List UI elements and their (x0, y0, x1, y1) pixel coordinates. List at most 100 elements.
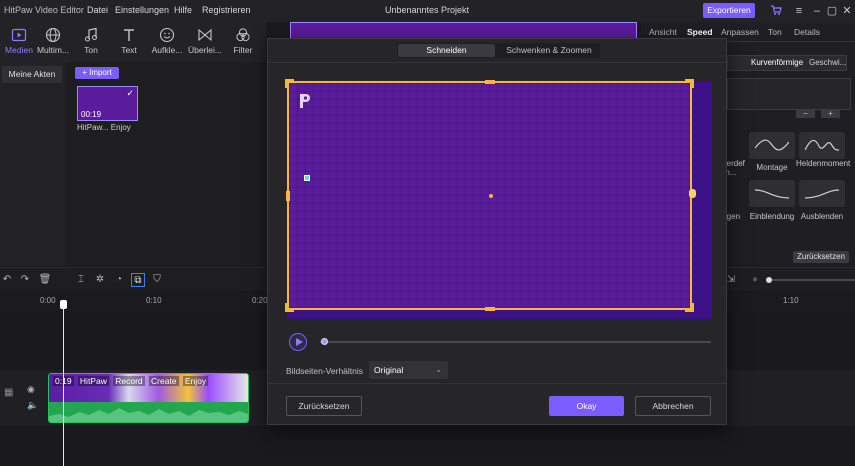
tab-details[interactable]: Details (794, 27, 820, 37)
tab-constant-speed[interactable]: Geschwi... (809, 58, 846, 67)
menu-icon[interactable]: ≡ (792, 4, 806, 18)
tool-media[interactable]: Medien (0, 22, 38, 62)
transition-icon (198, 28, 212, 42)
clip-title: Enjoy (182, 376, 209, 386)
hitpaw-logo (300, 94, 310, 108)
chevron-down-icon: ⌄ (435, 365, 442, 374)
undo-icon[interactable]: ↶ (0, 273, 14, 287)
zoom-out-icon[interactable]: ● (748, 273, 762, 287)
tick-label: 0:00 (40, 296, 56, 305)
tool-text[interactable]: Text (110, 22, 148, 62)
crop-handle-top[interactable] (485, 80, 495, 84)
preset-fade-in[interactable] (749, 180, 795, 207)
maximize-icon[interactable]: ▢ (825, 4, 839, 18)
tab-crop[interactable]: Schneiden (398, 44, 495, 57)
add-point-button[interactable]: + (821, 109, 840, 118)
video-clip[interactable]: 0:19 HitPaw Record Create Enjoy (48, 373, 249, 423)
minimize-icon[interactable]: – (810, 4, 824, 18)
tab-speed[interactable]: Speed (687, 27, 713, 37)
preset-label: Heldenmoment (796, 159, 851, 168)
crop-handle-bottom[interactable] (485, 307, 495, 311)
curve-icon (805, 189, 839, 199)
thumbnail-name: HitPaw... Enjoy (77, 123, 131, 132)
preset-label: Einblendung (749, 212, 795, 221)
thumbnail-duration: 00:19 (81, 110, 102, 119)
clip-title: Create (149, 376, 179, 386)
music-icon (85, 27, 97, 42)
zoom-slider-knob[interactable] (766, 277, 772, 283)
freeze-icon[interactable]: ✲ (93, 273, 107, 287)
tab-pan-zoom[interactable]: Schwenken & Zoomen (499, 44, 599, 57)
preset-montage[interactable] (749, 132, 795, 159)
crop-handle-bottom-right[interactable] (685, 303, 694, 312)
dialog-tabs: Schneiden Schwenken & Zoomen (397, 43, 600, 58)
aspect-ratio-select[interactable]: Original ⌄ (369, 361, 448, 379)
crop-handle-left[interactable] (286, 191, 290, 201)
curve-icon (755, 139, 789, 151)
media-thumbnail[interactable]: ✓ 00:19 (77, 86, 138, 121)
split-icon[interactable]: ⌶ (74, 273, 88, 287)
menu-help[interactable]: Hilfe (174, 5, 192, 15)
export-button[interactable]: Exportieren (703, 3, 755, 18)
sidebar-item-my-files[interactable]: Meine Akten (2, 66, 62, 83)
tracking-point (304, 175, 310, 181)
tab-adjust[interactable]: Anpassen (721, 27, 759, 37)
preset-fade-out[interactable] (799, 180, 845, 207)
remove-point-button[interactable]: − (796, 109, 815, 118)
playhead-line[interactable] (63, 300, 64, 466)
cancel-button[interactable]: Abbrechen (635, 396, 711, 416)
media-icon (11, 28, 27, 42)
film-icon: ▦ (4, 387, 14, 398)
menu-settings[interactable]: Einstellungen (115, 5, 169, 15)
aspect-ratio-value: Original (374, 365, 404, 375)
playhead-handle[interactable] (60, 300, 67, 309)
cart-icon[interactable] (769, 4, 783, 18)
reset-speed-button[interactable]: Zurücksetzen (793, 251, 849, 263)
menu-file[interactable]: Datei (87, 5, 108, 15)
media-library: + Import ✓ 00:19 HitPaw... Enjoy (66, 62, 266, 266)
tab-view[interactable]: Ansicht (649, 27, 677, 37)
reset-button[interactable]: Zurücksetzen (286, 396, 362, 416)
tab-audio[interactable]: Ton (768, 27, 782, 37)
curve-icon (805, 139, 839, 151)
speed-mode-tabs: Kurvenförmige Geschwi... (727, 55, 847, 71)
tab-curve-speed[interactable]: Kurvenförmige (751, 58, 803, 67)
crop-handle-top-left[interactable] (285, 79, 294, 88)
ok-button[interactable]: Okay (549, 396, 624, 416)
play-button[interactable] (289, 333, 307, 351)
menu-register[interactable]: Registrieren (202, 5, 251, 15)
seek-bar[interactable] (320, 341, 711, 343)
clip-labels: 0:19 HitPaw Record Create Enjoy (53, 376, 210, 386)
volume-icon[interactable]: 🔈 (27, 400, 38, 411)
divider (268, 383, 726, 384)
crop-handle-bottom-left[interactable] (285, 303, 294, 312)
clip-title: HitPaw (77, 376, 109, 386)
import-button[interactable]: + Import (75, 67, 119, 79)
clip-waveform (49, 402, 248, 422)
preset-hero-moment[interactable] (799, 132, 845, 159)
sticker-icon (159, 27, 175, 43)
close-icon[interactable]: ✕ (840, 4, 854, 18)
crop-handle-top-right[interactable] (685, 79, 694, 88)
tool-audio[interactable]: Ton (72, 22, 110, 62)
mask-icon[interactable]: ⛉ (150, 273, 164, 287)
tick-label: 0:10 (146, 296, 162, 305)
seek-knob[interactable] (321, 338, 328, 345)
speed-icon[interactable]: ◔ (112, 273, 126, 287)
speed-curve-editor[interactable] (727, 78, 851, 110)
tool-filter[interactable]: Filter (224, 22, 262, 62)
tool-transition[interactable]: Überlei... (186, 22, 224, 62)
eye-icon[interactable]: ◉ (27, 384, 35, 395)
zoom-slider[interactable] (766, 279, 855, 281)
tool-multimedia[interactable]: Multim... (34, 22, 72, 62)
tool-sticker[interactable]: Aufkle... (148, 22, 186, 62)
crop-center (489, 194, 493, 198)
crop-area[interactable] (287, 81, 696, 310)
crop-dialog: Schneiden Schwenken & Zoomen Bildseiten-… (267, 38, 727, 425)
media-toolbar: Medien Multim... Ton Text Aufkle... Über… (0, 22, 266, 62)
check-icon: ✓ (126, 88, 134, 98)
delete-icon[interactable]: 🗑 (38, 273, 52, 287)
globe-icon (45, 27, 61, 43)
redo-icon[interactable]: ↷ (18, 273, 32, 287)
crop-icon[interactable]: ⧉ (131, 273, 145, 287)
